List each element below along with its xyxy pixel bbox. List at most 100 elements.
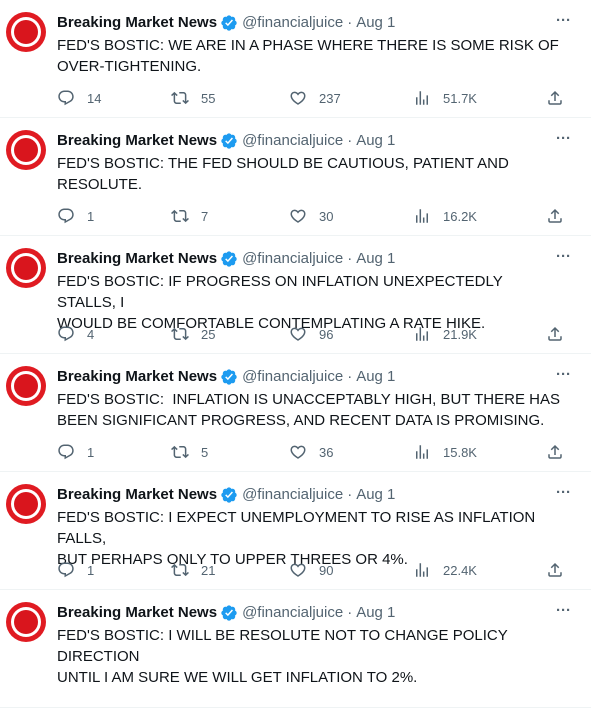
tweet-actions: 1 7 30 16.2K: [57, 206, 569, 226]
share-button[interactable]: [546, 206, 564, 226]
views-button[interactable]: 15.8K: [413, 442, 477, 462]
views-icon: [416, 563, 428, 577]
more-options-icon[interactable]: ···: [556, 130, 571, 147]
tweet[interactable]: Breaking Market News @financialjuice · A…: [0, 118, 591, 236]
reply-count: 1: [87, 562, 95, 578]
tweet-header: Breaking Market News @financialjuice · A…: [57, 248, 579, 268]
reply-button[interactable]: 1: [57, 206, 94, 226]
tweet-actions: 4 25 96 21.9K: [57, 324, 569, 344]
like-button[interactable]: 90: [289, 560, 333, 580]
author-handle[interactable]: @financialjuice: [242, 250, 343, 267]
tweet-date[interactable]: Aug 1: [356, 132, 395, 149]
author-name[interactable]: Breaking Market News: [57, 132, 217, 149]
retweet-icon: [171, 445, 189, 459]
retweet-button[interactable]: 7: [171, 206, 208, 226]
avatar[interactable]: [6, 366, 46, 406]
more-options-icon[interactable]: ···: [556, 602, 571, 619]
views-button[interactable]: 21.9K: [413, 324, 477, 344]
retweet-button[interactable]: 21: [171, 560, 215, 580]
like-button[interactable]: 36: [289, 442, 333, 462]
separator: ·: [347, 603, 353, 621]
reply-button[interactable]: 1: [57, 560, 94, 580]
tweet-text: FED'S BOSTIC: THE FED SHOULD BE CAUTIOUS…: [57, 155, 509, 193]
tweet[interactable]: Breaking Market News @financialjuice · A…: [0, 0, 591, 118]
tweet-actions: 14 55 237 51.7K: [57, 88, 569, 108]
reply-icon: [58, 90, 74, 106]
timeline-feed: Breaking Market News @financialjuice · A…: [0, 0, 591, 708]
author-name[interactable]: Breaking Market News: [57, 14, 217, 31]
reply-button[interactable]: 1: [57, 442, 94, 462]
verified-badge-icon: [220, 14, 238, 32]
author-name[interactable]: Breaking Market News: [57, 368, 217, 385]
views-count: 51.7K: [443, 90, 477, 106]
tweet-date[interactable]: Aug 1: [356, 604, 395, 621]
views-count: 21.9K: [443, 326, 477, 342]
author-name[interactable]: Breaking Market News: [57, 250, 217, 267]
tweet-date[interactable]: Aug 1: [356, 250, 395, 267]
share-icon: [548, 562, 562, 577]
tweet-date[interactable]: Aug 1: [356, 14, 395, 31]
share-button[interactable]: [546, 442, 564, 462]
tweet-header: Breaking Market News @financialjuice · A…: [57, 484, 579, 504]
verified-badge-icon: [220, 604, 238, 622]
more-options-icon[interactable]: ···: [556, 366, 571, 383]
retweet-icon: [171, 327, 189, 341]
views-button[interactable]: 16.2K: [413, 206, 477, 226]
reply-count: 14: [87, 90, 102, 106]
like-count: 96: [319, 326, 334, 342]
reply-count: 4: [87, 326, 95, 342]
author-handle[interactable]: @financialjuice: [242, 604, 343, 621]
share-icon: [548, 90, 562, 105]
heart-icon: [290, 445, 306, 459]
author-handle[interactable]: @financialjuice: [242, 486, 343, 503]
separator: ·: [347, 367, 353, 385]
verified-badge-icon: [220, 132, 238, 150]
tweet-header: Breaking Market News @financialjuice · A…: [57, 602, 579, 622]
retweet-icon: [171, 209, 189, 223]
avatar[interactable]: [6, 602, 46, 642]
views-button[interactable]: 22.4K: [413, 560, 477, 580]
share-button[interactable]: [546, 560, 564, 580]
tweet[interactable]: Breaking Market News @financialjuice · A…: [0, 590, 591, 708]
author-handle[interactable]: @financialjuice: [242, 132, 343, 149]
avatar[interactable]: [6, 130, 46, 170]
avatar[interactable]: [6, 484, 46, 524]
views-icon: [416, 327, 428, 341]
like-button[interactable]: 237: [289, 88, 341, 108]
tweet-header: Breaking Market News @financialjuice · A…: [57, 12, 579, 32]
author-name[interactable]: Breaking Market News: [57, 486, 217, 503]
reply-button[interactable]: 4: [57, 324, 94, 344]
tweet[interactable]: Breaking Market News @financialjuice · A…: [0, 354, 591, 472]
author-handle[interactable]: @financialjuice: [242, 368, 343, 385]
share-icon: [548, 326, 562, 341]
more-options-icon[interactable]: ···: [556, 12, 571, 29]
tweet-date[interactable]: Aug 1: [356, 486, 395, 503]
heart-icon: [290, 209, 306, 223]
more-options-icon[interactable]: ···: [556, 484, 571, 501]
like-button[interactable]: 96: [289, 324, 333, 344]
like-count: 237: [319, 90, 341, 106]
tweet-date[interactable]: Aug 1: [356, 368, 395, 385]
verified-badge-icon: [220, 368, 238, 386]
heart-icon: [290, 91, 306, 105]
retweet-count: 25: [201, 326, 216, 342]
author-handle[interactable]: @financialjuice: [242, 14, 343, 31]
author-name[interactable]: Breaking Market News: [57, 604, 217, 621]
avatar[interactable]: [6, 248, 46, 288]
retweet-count: 55: [201, 90, 216, 106]
tweet[interactable]: Breaking Market News @financialjuice · A…: [0, 236, 591, 354]
reply-button[interactable]: 14: [57, 88, 101, 108]
avatar[interactable]: [6, 12, 46, 52]
like-button[interactable]: 30: [289, 206, 333, 226]
retweet-button[interactable]: 5: [171, 442, 208, 462]
views-button[interactable]: 51.7K: [413, 88, 477, 108]
share-button[interactable]: [546, 324, 564, 344]
retweet-count: 21: [201, 562, 216, 578]
retweet-button[interactable]: 55: [171, 88, 215, 108]
like-count: 36: [319, 444, 334, 460]
share-button[interactable]: [546, 88, 564, 108]
more-options-icon[interactable]: ···: [556, 248, 571, 265]
reply-icon: [58, 444, 74, 460]
retweet-button[interactable]: 25: [171, 324, 215, 344]
tweet[interactable]: Breaking Market News @financialjuice · A…: [0, 472, 591, 590]
